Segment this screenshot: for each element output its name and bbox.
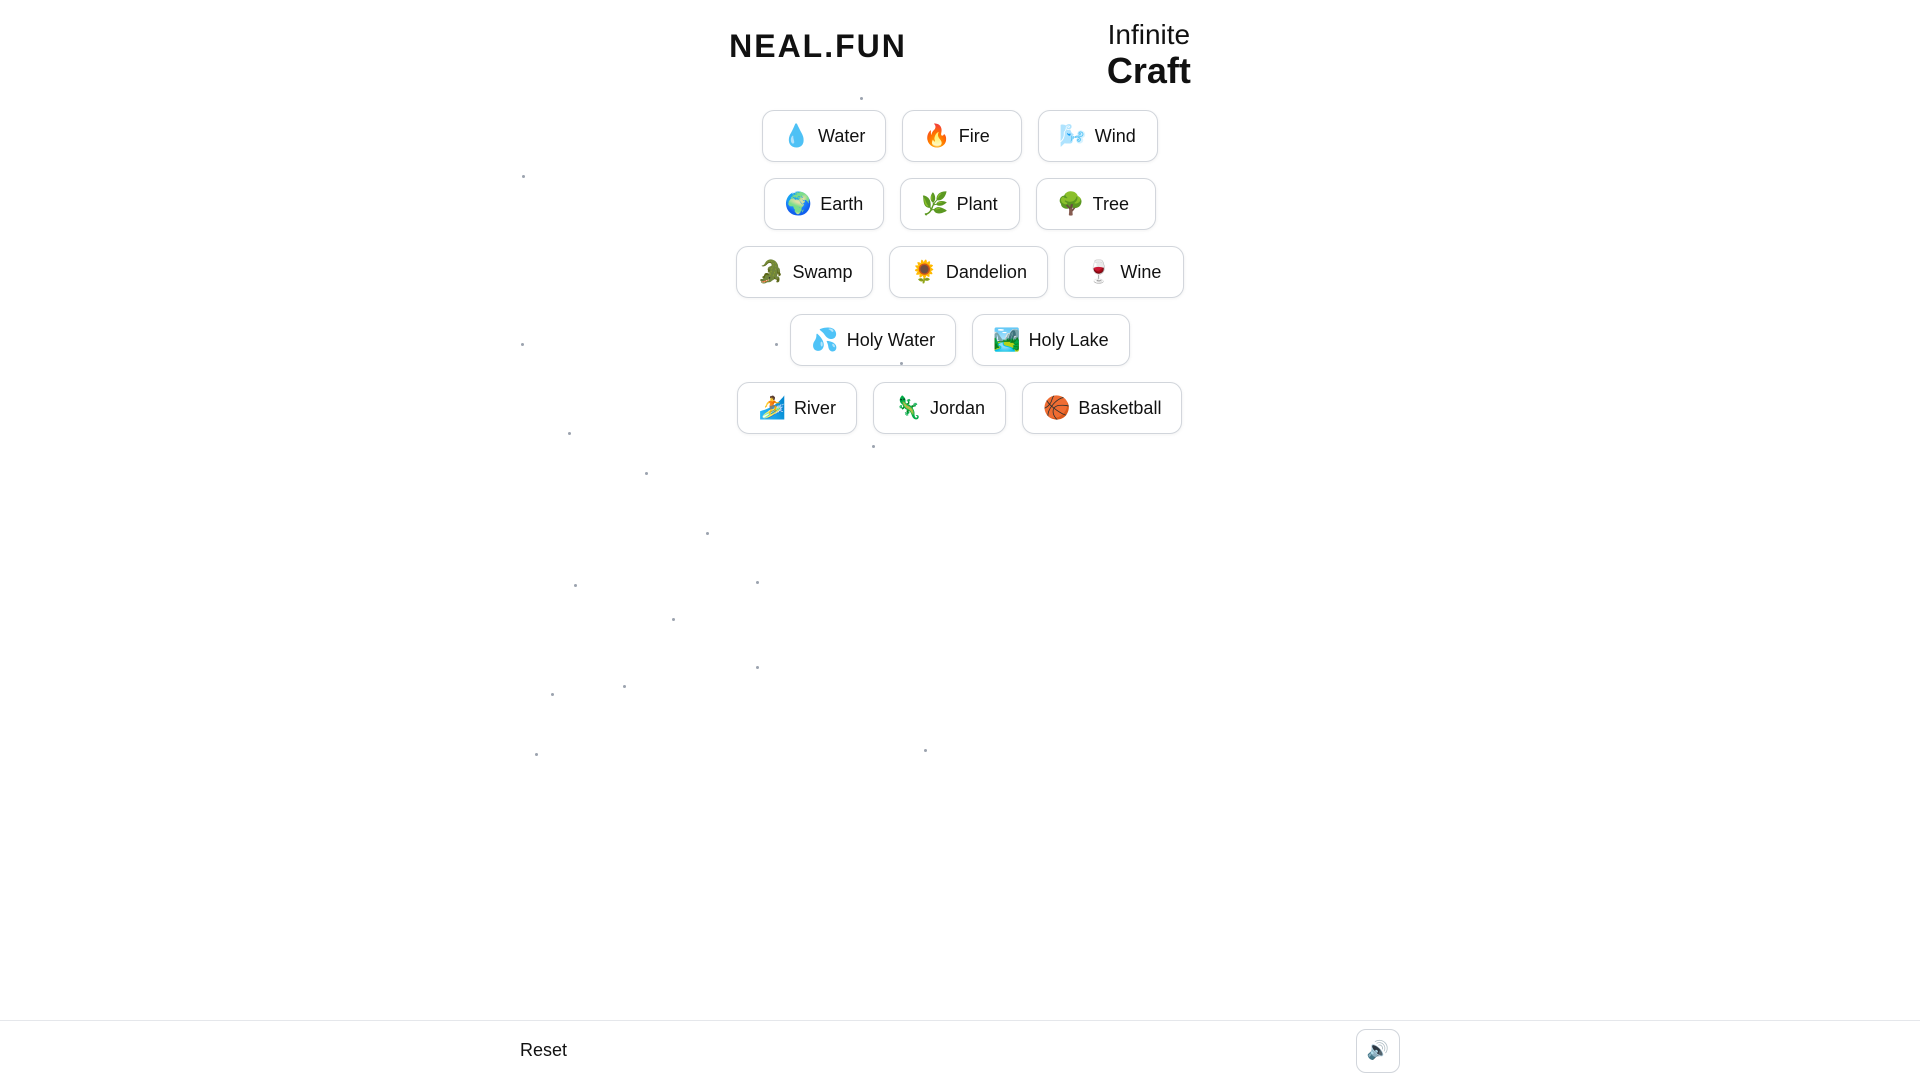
items-row-1: 🌍 Earth 🌿 Plant 🌳 Tree [764,178,1156,230]
items-grid: 💧 Water 🔥 Fire 🌬️ Wind 🌍 Earth 🌿 Plant 🌳 Tree 🐊 Swamp… [736,110,1184,434]
item-btn-fire[interactable]: 🔥 Fire [902,110,1022,162]
scatter-dot-14 [535,753,538,756]
holy-water-emoji: 💦 [811,327,838,353]
basketball-label: Basketball [1078,398,1161,419]
fire-emoji: 🔥 [923,123,950,149]
wind-emoji: 🌬️ [1059,123,1086,149]
dandelion-label: Dandelion [946,262,1027,283]
item-btn-wind[interactable]: 🌬️ Wind [1038,110,1158,162]
scatter-dot-15 [924,749,927,752]
scatter-dot-9 [756,581,759,584]
infinite-craft-logo: Infinite Craft [1107,20,1191,90]
craft-label: Craft [1107,51,1191,91]
item-btn-plant[interactable]: 🌿 Plant [900,178,1020,230]
item-btn-tree[interactable]: 🌳 Tree [1036,178,1156,230]
jordan-emoji: 🦎 [895,395,922,421]
scatter-dot-12 [551,693,554,696]
wine-emoji: 🍷 [1085,259,1112,285]
item-btn-water[interactable]: 💧 Water [762,110,887,162]
scatter-dot-1 [860,97,863,100]
dandelion-emoji: 🌻 [910,259,937,285]
jordan-label: Jordan [930,398,985,419]
item-btn-dandelion[interactable]: 🌻 Dandelion [889,246,1047,298]
swamp-label: Swamp [792,262,852,283]
scatter-dot-4 [568,432,571,435]
scatter-dot-6 [645,472,648,475]
items-row-4: 🏄 River 🦎 Jordan 🏀 Basketball [738,382,1183,434]
item-btn-jordan[interactable]: 🦎 Jordan [874,382,1006,434]
water-label: Water [818,126,865,147]
river-label: River [794,398,836,419]
item-btn-holy-lake[interactable]: 🏞️ Holy Lake [972,314,1129,366]
scatter-dot-0 [522,175,525,178]
scatter-dot-13 [623,685,626,688]
reset-button[interactable]: Reset [520,1040,567,1061]
sound-button[interactable]: 🔊 [1356,1029,1400,1073]
items-row-2: 🐊 Swamp 🌻 Dandelion 🍷 Wine [736,246,1184,298]
neal-fun-logo: NEAL.FUN [729,28,907,65]
item-btn-holy-water[interactable]: 💦 Holy Water [790,314,956,366]
items-row-0: 💧 Water 🔥 Fire 🌬️ Wind [762,110,1159,162]
items-row-3: 💦 Holy Water 🏞️ Holy Lake [790,314,1129,366]
item-btn-swamp[interactable]: 🐊 Swamp [736,246,873,298]
holy-water-label: Holy Water [847,330,935,351]
scatter-dot-11 [756,666,759,669]
earth-emoji: 🌍 [785,191,812,217]
scatter-dot-8 [574,584,577,587]
river-emoji: 🏄 [759,395,786,421]
earth-label: Earth [820,194,863,215]
water-emoji: 💧 [783,123,810,149]
scatter-dot-5 [872,445,875,448]
tree-label: Tree [1093,194,1129,215]
plant-emoji: 🌿 [921,191,948,217]
sound-icon: 🔊 [1367,1040,1389,1061]
wind-label: Wind [1095,126,1136,147]
infinite-label: Infinite [1107,20,1191,51]
basketball-emoji: 🏀 [1043,395,1070,421]
item-btn-basketball[interactable]: 🏀 Basketball [1022,382,1182,434]
wine-label: Wine [1120,262,1161,283]
scatter-dot-7 [706,532,709,535]
tree-emoji: 🌳 [1057,191,1084,217]
plant-label: Plant [957,194,998,215]
scatter-dot-2 [521,343,524,346]
header: NEAL.FUN Infinite Craft [0,0,1920,90]
scatter-dot-10 [672,618,675,621]
swamp-emoji: 🐊 [757,259,784,285]
item-btn-river[interactable]: 🏄 River [738,382,858,434]
holy-lake-label: Holy Lake [1029,330,1109,351]
item-btn-wine[interactable]: 🍷 Wine [1064,246,1184,298]
item-btn-earth[interactable]: 🌍 Earth [764,178,884,230]
holy-lake-emoji: 🏞️ [993,327,1020,353]
bottom-bar: Reset 🔊 [0,1020,1920,1080]
fire-label: Fire [959,126,990,147]
